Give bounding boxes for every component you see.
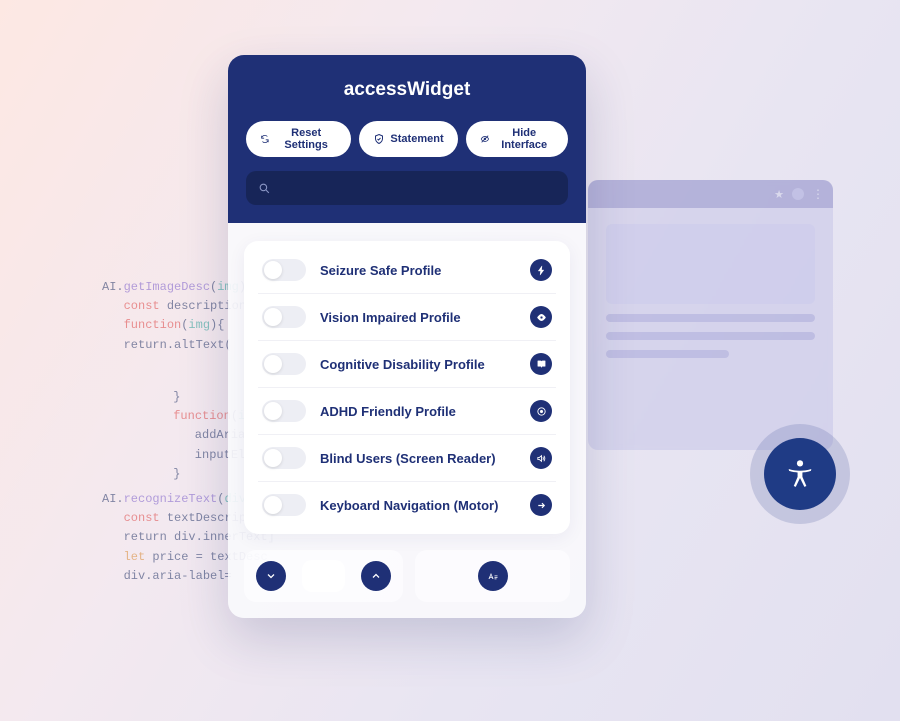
chevron-up-icon [370,570,382,582]
book-icon [530,353,552,375]
accessibility-fab-button[interactable] [764,438,836,510]
target-icon [530,400,552,422]
accessibility-icon [783,457,817,491]
profile-row: Cognitive Disability Profile [258,341,556,388]
profile-row: Blind Users (Screen Reader) [258,435,556,482]
search-icon [258,182,271,195]
chevron-down-icon [265,570,277,582]
font-icon [487,570,499,582]
mock-text-line [606,350,729,358]
mock-browser-window: ★ ⋮ [588,180,833,450]
arrow-right-icon [530,494,552,516]
hide-interface-button[interactable]: Hide Interface [466,121,568,157]
star-icon: ★ [774,188,784,201]
profile-row: Keyboard Navigation (Motor) [258,482,556,528]
avatar [792,188,804,200]
mock-text-line [606,314,815,322]
profile-toggle[interactable] [262,259,306,281]
profile-label: Cognitive Disability Profile [320,357,516,372]
profile-label: Keyboard Navigation (Motor) [320,498,516,513]
profile-toggle[interactable] [262,400,306,422]
statement-button[interactable]: Statement [359,121,457,157]
decrease-button[interactable] [256,561,286,591]
eye-icon [530,306,552,328]
font-options-control[interactable] [415,550,570,602]
profile-row: Vision Impaired Profile [258,294,556,341]
font-button[interactable] [478,561,508,591]
access-widget-panel: accessWidget Reset Settings Statement Hi… [228,55,586,618]
menu-dots-icon: ⋮ [812,187,823,201]
scale-value-display [302,560,345,592]
profile-label: Vision Impaired Profile [320,310,516,325]
search-input[interactable] [246,171,568,205]
profiles-card: Seizure Safe Profile Vision Impaired Prof… [244,241,570,534]
sound-icon [530,447,552,469]
profile-toggle[interactable] [262,306,306,328]
mock-content-box [606,224,815,304]
eye-off-icon [480,133,490,145]
widget-title: accessWidget [246,79,568,101]
profile-row: ADHD Friendly Profile [258,388,556,435]
shield-icon [373,133,385,145]
profile-label: Seizure Safe Profile [320,263,516,278]
profile-toggle[interactable] [262,447,306,469]
bolt-icon [530,259,552,281]
increase-button[interactable] [361,561,391,591]
profile-label: Blind Users (Screen Reader) [320,451,516,466]
profile-toggle[interactable] [262,494,306,516]
profile-toggle[interactable] [262,353,306,375]
mock-text-line [606,332,815,340]
reset-settings-button[interactable]: Reset Settings [246,121,351,157]
content-scale-control [244,550,403,602]
profile-label: ADHD Friendly Profile [320,404,516,419]
profile-row: Seizure Safe Profile [258,247,556,294]
refresh-icon [260,133,270,145]
